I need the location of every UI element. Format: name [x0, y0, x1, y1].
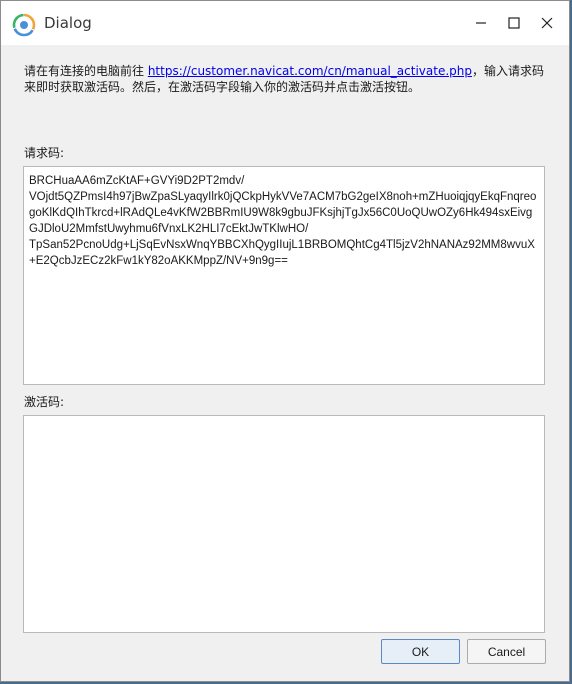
activation-code-label: 激活码:	[24, 395, 65, 409]
instructions-prefix: 请在有连接的电脑前往	[24, 64, 148, 78]
activation-code-textarea[interactable]	[23, 415, 545, 633]
request-code-textarea[interactable]: BRCHuaAA6mZcKtAF+GVYi9D2PT2mdv/ VOjdt5QZ…	[23, 166, 545, 385]
maximize-icon	[508, 17, 520, 29]
cancel-button[interactable]: Cancel	[467, 639, 546, 664]
instructions-text: 请在有连接的电脑前往 https://customer.navicat.com/…	[24, 63, 544, 95]
close-icon	[541, 17, 553, 29]
request-code-label: 请求码:	[24, 146, 65, 160]
window-title: Dialog	[44, 14, 92, 32]
maximize-button[interactable]	[497, 9, 531, 37]
activation-link[interactable]: https://customer.navicat.com/cn/manual_a…	[148, 64, 472, 78]
close-button[interactable]	[530, 9, 564, 37]
dialog-window: Dialog 请在有连接的电脑前往 https://customer.navic…	[0, 0, 570, 682]
navicat-logo-icon	[12, 13, 36, 37]
minimize-button[interactable]	[464, 9, 498, 37]
ok-button[interactable]: OK	[381, 639, 460, 664]
title-bar[interactable]: Dialog	[1, 1, 569, 45]
minimize-icon	[476, 22, 486, 24]
